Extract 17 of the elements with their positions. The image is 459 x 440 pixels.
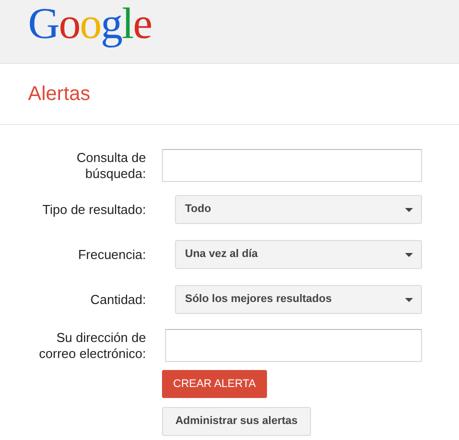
manage-alerts-button[interactable]: Administrar sus alertas xyxy=(162,407,311,436)
field-label: Frecuencia: xyxy=(77,246,146,262)
field-label: Consulta de búsqueda: xyxy=(76,150,146,182)
caret-icon xyxy=(405,298,413,302)
text-field[interactable] xyxy=(162,149,422,182)
page-title: Alertas xyxy=(28,82,90,107)
create-alert-button[interactable]: CREAR ALERTA xyxy=(162,370,267,398)
dropdown[interactable]: Sólo los mejores resultados xyxy=(175,285,422,314)
dropdown[interactable]: Una vez al día xyxy=(175,240,422,269)
field-label: Su dirección de correo electrónico: xyxy=(38,330,146,362)
field-label: Tipo de resultado: xyxy=(41,202,146,218)
text-field[interactable] xyxy=(165,329,422,362)
caret-icon xyxy=(405,208,413,212)
logo[interactable]: Google xyxy=(28,2,152,46)
dropdown[interactable]: Todo xyxy=(175,195,422,224)
caret-icon xyxy=(405,252,413,256)
field-label: Cantidad: xyxy=(89,292,146,308)
